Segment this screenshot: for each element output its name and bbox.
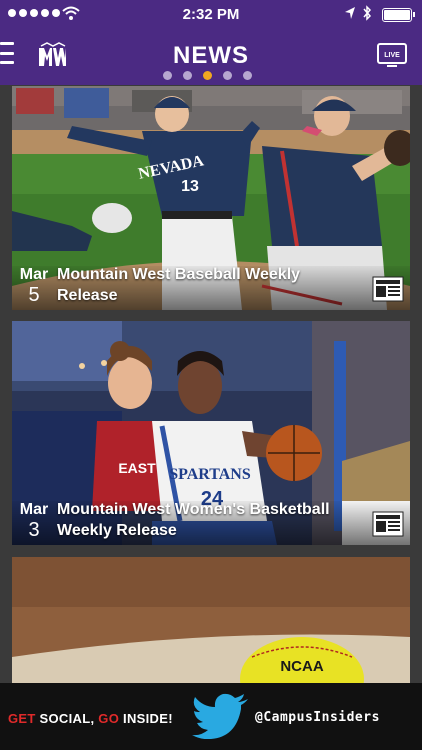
- twitter-handle[interactable]: @CampusInsiders: [255, 710, 380, 725]
- date-month: Mar: [19, 501, 49, 519]
- status-bar: 2:32 PM: [0, 0, 422, 30]
- top-nav-bar: NEWS LIVE: [0, 30, 422, 85]
- page-dot[interactable]: [163, 71, 172, 80]
- page-dot[interactable]: [223, 71, 232, 80]
- page-dot[interactable]: [183, 71, 192, 80]
- jersey-text: EAST: [118, 460, 156, 476]
- news-article-icon[interactable]: [372, 276, 404, 302]
- ball-logo-text: NCAA: [280, 658, 323, 675]
- page-dot[interactable]: [243, 71, 252, 80]
- card-date: Mar 3: [18, 501, 50, 541]
- date-day: 3: [28, 519, 40, 541]
- page-title: NEWS: [173, 42, 249, 69]
- card-headline[interactable]: Mountain West Women's Basketball Weekly …: [57, 499, 347, 541]
- ad-banner[interactable]: GET SOCIAL, GO INSIDE! @CampusInsiders: [0, 683, 422, 750]
- news-card[interactable]: NCAA: [12, 557, 410, 683]
- date-day: 5: [28, 284, 40, 306]
- twitter-bird-icon[interactable]: [192, 691, 250, 739]
- page-dot-active[interactable]: [203, 71, 212, 80]
- banner-tagline: GET SOCIAL, GO INSIDE!: [8, 711, 173, 726]
- bluetooth-icon: [363, 5, 372, 21]
- news-card[interactable]: NEVADA 13 Mar 5 Mountain West Baseball W…: [12, 86, 410, 310]
- location-arrow-icon: [345, 7, 355, 19]
- news-article-icon[interactable]: [372, 511, 404, 537]
- battery-icon: [382, 8, 415, 22]
- card-headline[interactable]: Mountain West Baseball Weekly Release: [57, 264, 347, 306]
- status-time: 2:32 PM: [182, 6, 240, 23]
- news-feed[interactable]: NEVADA 13 Mar 5 Mountain West Baseball W…: [0, 85, 422, 683]
- card-date: Mar 5: [18, 266, 50, 306]
- page-indicator[interactable]: [163, 71, 252, 80]
- jersey-text: 13: [181, 178, 199, 195]
- news-card[interactable]: EAST SPARTANS 24 Mar 3 Mountain West Wom…: [12, 321, 410, 545]
- jersey-text: SPARTANS: [169, 466, 251, 483]
- date-month: Mar: [19, 266, 49, 284]
- live-label: LIVE: [384, 52, 400, 59]
- softball-photo: NCAA: [12, 557, 410, 683]
- live-tv-icon[interactable]: LIVE: [377, 43, 407, 69]
